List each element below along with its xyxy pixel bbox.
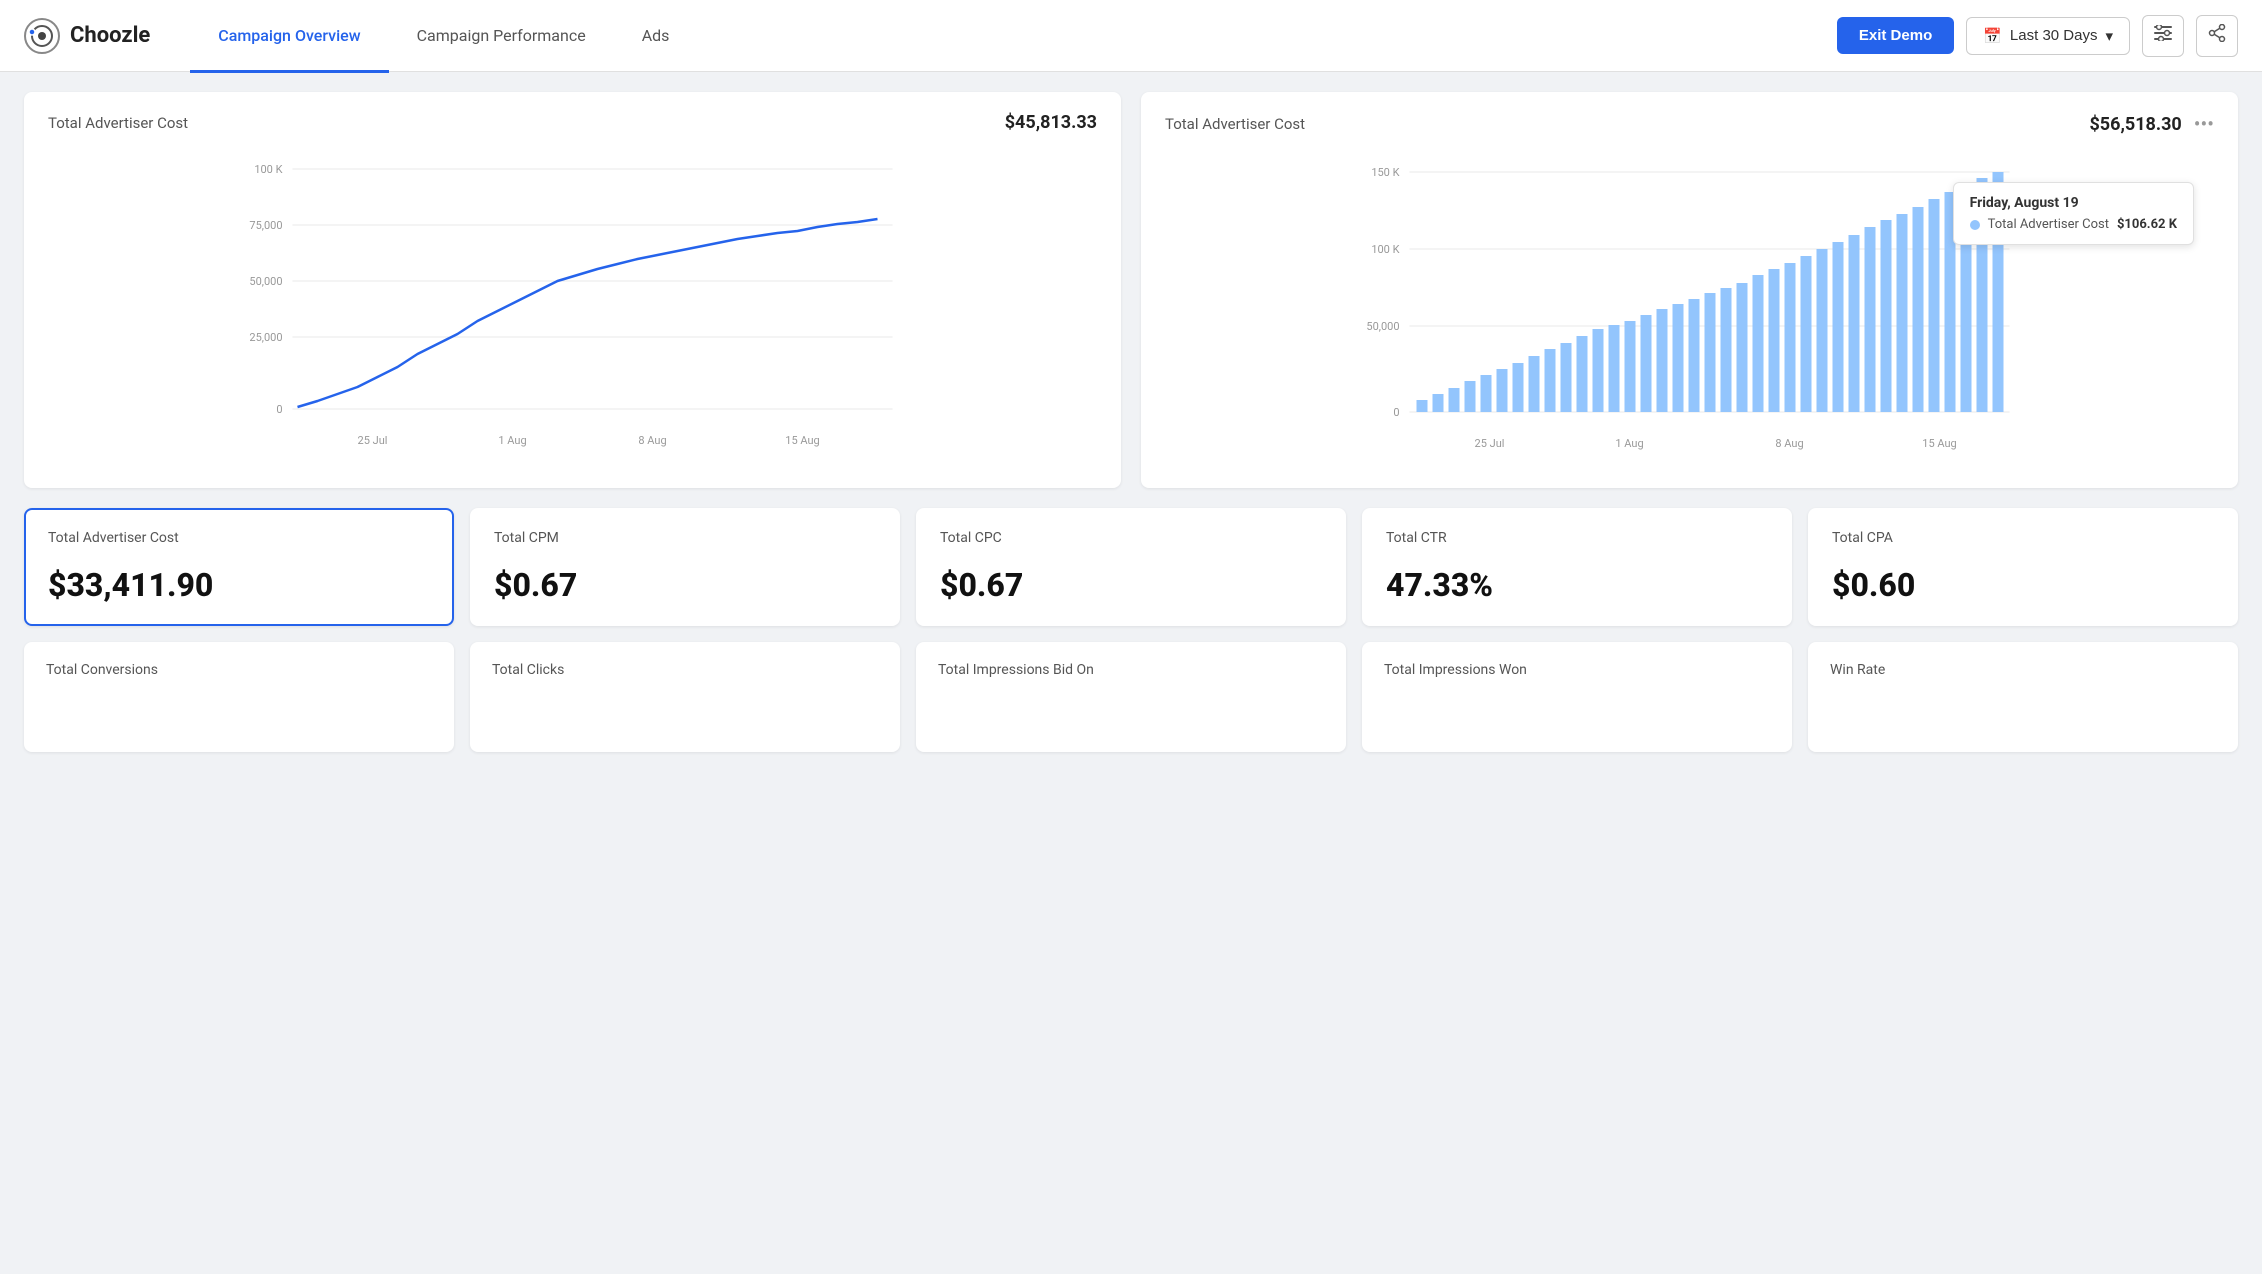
- bottom-row: Total Conversions Total Clicks Total Imp…: [24, 642, 2238, 752]
- tooltip-row: Total Advertiser Cost $106.62 K: [1970, 217, 2177, 232]
- share-icon: [2208, 24, 2226, 47]
- date-filter-button[interactable]: 📅 Last 30 Days ▾: [1966, 17, 2130, 55]
- tooltip-date: Friday, August 19: [1970, 195, 2177, 211]
- svg-text:8 Aug: 8 Aug: [638, 434, 666, 447]
- left-chart-area: 100 K 75,000 50,000 25,000 0 25 Jul 1 Au…: [48, 149, 1097, 469]
- right-chart-card: Total Advertiser Cost $56,518.30 ••• Fri…: [1141, 92, 2238, 488]
- svg-text:15 Aug: 15 Aug: [785, 434, 819, 447]
- metric-card-total-cpa[interactable]: Total CPA $0.60: [1808, 508, 2238, 626]
- main-content: Total Advertiser Cost $45,813.33 100 K 7…: [0, 72, 2262, 772]
- left-chart-value: $45,813.33: [1005, 112, 1097, 133]
- tab-campaign-performance[interactable]: Campaign Performance: [389, 1, 614, 73]
- svg-text:75,000: 75,000: [249, 219, 282, 232]
- tab-ads[interactable]: Ads: [614, 1, 698, 73]
- logo-icon: [24, 18, 60, 54]
- svg-text:25,000: 25,000: [249, 331, 282, 344]
- metric-value-4: $0.60: [1832, 566, 2214, 604]
- logo-text: Choozle: [70, 23, 150, 48]
- metric-value-3: 47.33%: [1386, 566, 1768, 604]
- date-filter-label: Last 30 Days: [2010, 27, 2098, 44]
- charts-row: Total Advertiser Cost $45,813.33 100 K 7…: [24, 92, 2238, 488]
- svg-text:25 Jul: 25 Jul: [358, 434, 388, 447]
- calendar-icon: 📅: [1983, 27, 2002, 45]
- metric-value-0: $33,411.90: [48, 566, 430, 604]
- logo-area: Choozle: [24, 18, 150, 54]
- bottom-card-total-clicks[interactable]: Total Clicks: [470, 642, 900, 752]
- svg-text:150 K: 150 K: [1371, 166, 1399, 179]
- left-chart-header: Total Advertiser Cost $45,813.33: [48, 112, 1097, 133]
- metric-label-3: Total CTR: [1386, 530, 1768, 546]
- bottom-card-total-impressions-won[interactable]: Total Impressions Won: [1362, 642, 1792, 752]
- tooltip-label: Total Advertiser Cost: [1988, 217, 2109, 232]
- svg-text:8 Aug: 8 Aug: [1775, 437, 1803, 450]
- svg-text:0: 0: [1393, 406, 1399, 419]
- chart-tooltip: Friday, August 19 Total Advertiser Cost …: [1953, 182, 2194, 245]
- nav-tabs: Campaign Overview Campaign Performance A…: [190, 0, 697, 72]
- bottom-card-total-conversions[interactable]: Total Conversions: [24, 642, 454, 752]
- bottom-label-2: Total Impressions Bid On: [938, 662, 1324, 678]
- metric-label-4: Total CPA: [1832, 530, 2214, 546]
- svg-text:100 K: 100 K: [1371, 243, 1399, 256]
- metric-label-0: Total Advertiser Cost: [48, 530, 430, 546]
- filter-icon-button[interactable]: [2142, 15, 2184, 57]
- metrics-row: Total Advertiser Cost $33,411.90 Total C…: [24, 508, 2238, 626]
- right-chart-title: Total Advertiser Cost: [1165, 115, 1305, 133]
- filter-icon: [2154, 25, 2172, 46]
- metric-value-2: $0.67: [940, 566, 1322, 604]
- bottom-label-1: Total Clicks: [492, 662, 878, 678]
- metric-value-1: $0.67: [494, 566, 876, 604]
- svg-text:50,000: 50,000: [249, 275, 282, 288]
- svg-text:15 Aug: 15 Aug: [1922, 437, 1956, 450]
- metric-card-total-ctr[interactable]: Total CTR 47.33%: [1362, 508, 1792, 626]
- svg-text:0: 0: [276, 403, 282, 416]
- metric-card-total-cpc[interactable]: Total CPC $0.67: [916, 508, 1346, 626]
- metric-label-1: Total CPM: [494, 530, 876, 546]
- metric-card-total-advertiser-cost[interactable]: Total Advertiser Cost $33,411.90: [24, 508, 454, 626]
- right-chart-header: Total Advertiser Cost $56,518.30 •••: [1165, 112, 2214, 136]
- svg-text:50,000: 50,000: [1366, 320, 1399, 333]
- left-chart-card: Total Advertiser Cost $45,813.33 100 K 7…: [24, 92, 1121, 488]
- bottom-label-3: Total Impressions Won: [1384, 662, 1770, 678]
- share-icon-button[interactable]: [2196, 15, 2238, 57]
- bottom-label-0: Total Conversions: [46, 662, 432, 678]
- left-chart-title: Total Advertiser Cost: [48, 114, 188, 132]
- left-chart-svg: 100 K 75,000 50,000 25,000 0 25 Jul 1 Au…: [48, 149, 1097, 469]
- bottom-card-total-impressions-bid-on[interactable]: Total Impressions Bid On: [916, 642, 1346, 752]
- header-right: Exit Demo 📅 Last 30 Days ▾: [1837, 15, 2238, 57]
- right-chart-value: $56,518.30: [2089, 114, 2181, 135]
- svg-text:100 K: 100 K: [254, 163, 282, 176]
- metric-card-total-cpm[interactable]: Total CPM $0.67: [470, 508, 900, 626]
- metric-label-2: Total CPC: [940, 530, 1322, 546]
- exit-demo-button[interactable]: Exit Demo: [1837, 17, 1954, 54]
- tooltip-value: $106.62 K: [2117, 217, 2177, 232]
- bottom-card-win-rate[interactable]: Win Rate: [1808, 642, 2238, 752]
- right-chart-area: Friday, August 19 Total Advertiser Cost …: [1165, 152, 2214, 472]
- tab-campaign-overview[interactable]: Campaign Overview: [190, 1, 388, 73]
- more-options-icon[interactable]: •••: [2194, 112, 2214, 136]
- tooltip-dot: [1970, 220, 1980, 230]
- svg-text:25 Jul: 25 Jul: [1475, 437, 1505, 450]
- svg-text:1 Aug: 1 Aug: [1615, 437, 1643, 450]
- svg-text:1 Aug: 1 Aug: [498, 434, 526, 447]
- header: Choozle Campaign Overview Campaign Perfo…: [0, 0, 2262, 72]
- bottom-label-4: Win Rate: [1830, 662, 2216, 678]
- chevron-down-icon: ▾: [2105, 27, 2113, 45]
